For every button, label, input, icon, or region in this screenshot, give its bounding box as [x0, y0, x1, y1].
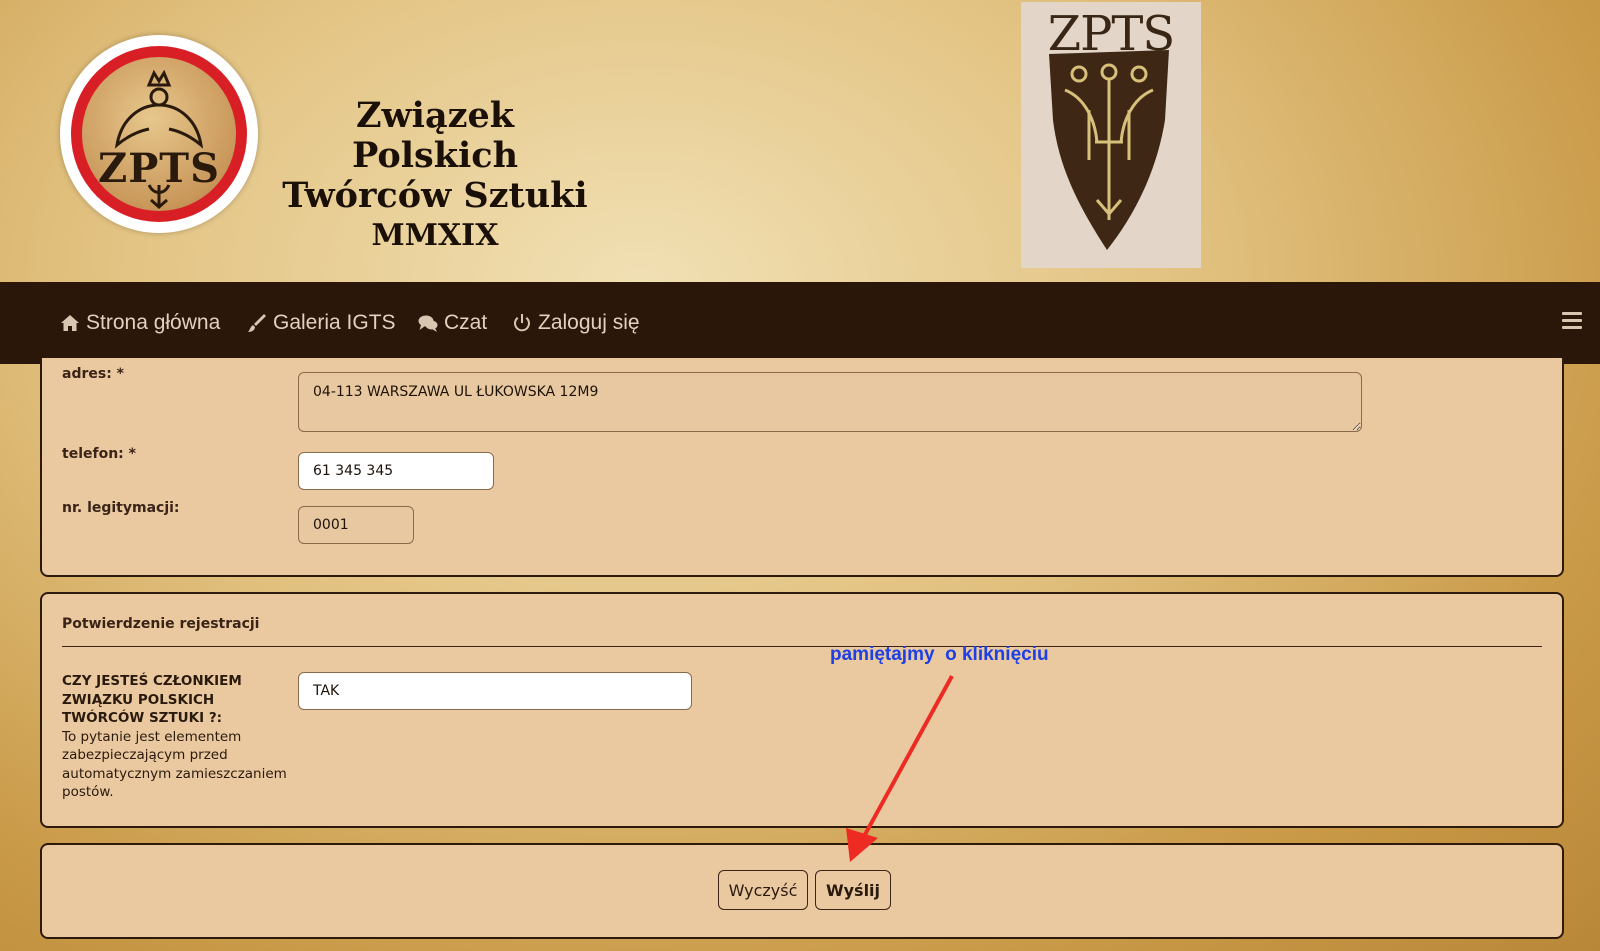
home-icon — [61, 315, 79, 331]
card-number-label: nr. legitymacji: — [62, 500, 180, 516]
annotation-text: pamiętajmy o kliknięciu — [830, 644, 1049, 665]
security-answer-field[interactable]: TAK — [298, 672, 692, 710]
nav-item-label: Strona główna — [86, 311, 221, 334]
profile-fields-panel: adres: * 04-113 WARSZAWA UL ŁUKOWSKA 12M… — [40, 358, 1564, 577]
site-title-line1: Związek Polskich — [351, 95, 519, 176]
reset-button[interactable]: Wyczyść — [718, 870, 808, 910]
phone-label: telefon: * — [62, 446, 136, 462]
nav-item-home[interactable]: Strona główna — [60, 282, 220, 364]
site-title-line2: Twórców Sztuki — [282, 175, 588, 216]
nav-item-chat[interactable]: Czat — [418, 282, 487, 364]
card-number-field[interactable]: 0001 — [298, 506, 414, 544]
security-question-help: To pytanie jest elementem zabezpieczając… — [62, 728, 287, 801]
site-year: MMXIX — [371, 218, 499, 253]
power-icon — [514, 314, 530, 332]
phone-field[interactable]: 61 345 345 — [298, 452, 494, 490]
address-label: adres: * — [62, 366, 124, 382]
section-divider — [62, 646, 1542, 647]
security-question-text: CZY JESTEŚ CZŁONKIEM ZWIĄZKU POLSKICH TW… — [62, 673, 242, 726]
nav-item-label: Zaloguj się — [538, 311, 640, 334]
security-question: CZY JESTEŚ CZŁONKIEM ZWIĄZKU POLSKICH TW… — [62, 672, 292, 802]
logo-emblem: ZPTS — [82, 57, 236, 211]
red-arrow-icon — [846, 675, 954, 862]
shield-emblem-icon — [1049, 50, 1169, 250]
chat-icon — [418, 315, 438, 332]
eagle-icon — [114, 69, 204, 209]
shield-photo: ZPTS — [1021, 2, 1201, 268]
brush-icon — [248, 314, 266, 332]
nav-item-login[interactable]: Zaloguj się — [512, 282, 640, 364]
logo-text: ZPTS — [98, 145, 220, 192]
logo-ring: ZPTS — [71, 46, 247, 222]
site-title: Związek Polskich Twórców Sztuki — [280, 96, 590, 216]
site-header: ZPTS Związek Polskich Twórców Sztuki MMX… — [0, 0, 1600, 282]
nav-item-label: Czat — [444, 311, 488, 334]
hamburger-icon[interactable] — [1562, 312, 1582, 334]
section-title: Potwierdzenie rejestracji — [62, 616, 260, 632]
nav-item-label: Galeria IGTS — [273, 311, 396, 334]
address-field[interactable]: 04-113 WARSZAWA UL ŁUKOWSKA 12M9 — [298, 372, 1362, 432]
registration-confirmation-panel: Potwierdzenie rejestracji CZY JESTEŚ CZŁ… — [40, 592, 1564, 828]
site-logo[interactable]: ZPTS — [60, 35, 258, 233]
main-navbar: Strona główna Galeria IGTS Czat Zaloguj … — [0, 282, 1600, 364]
nav-item-gallery[interactable]: Galeria IGTS — [247, 282, 396, 364]
submit-button[interactable]: Wyślij — [815, 870, 891, 910]
